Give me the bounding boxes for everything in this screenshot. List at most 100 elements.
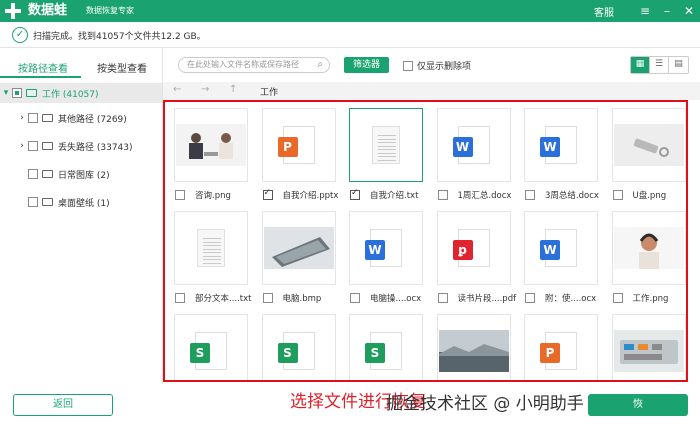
file-item[interactable]: W 1周汇总.docx xyxy=(429,103,515,203)
file-item[interactable]: 咨询.png xyxy=(166,103,252,203)
file-item[interactable]: S xyxy=(254,309,340,380)
file-checkbox[interactable] xyxy=(262,293,273,303)
close-icon[interactable]: ✕ xyxy=(678,0,700,22)
tree-item-checkbox[interactable] xyxy=(28,197,38,207)
only-deleted-checkbox[interactable] xyxy=(403,60,413,71)
file-checkbox[interactable] xyxy=(612,190,623,200)
file-name: 咨询.png xyxy=(195,191,231,201)
file-item[interactable]: 自我介绍.txt xyxy=(341,103,427,203)
search-icon[interactable]: ⌕ xyxy=(317,58,323,72)
file-thumbnail[interactable]: W xyxy=(436,108,511,182)
file-item[interactable]: W 3周总结.docx xyxy=(516,103,602,203)
file-checkbox[interactable] xyxy=(175,190,185,200)
spreadsheet-file-icon: S xyxy=(190,332,227,370)
tree-item-checkbox[interactable] xyxy=(28,141,38,151)
file-thumbnail[interactable] xyxy=(611,211,686,285)
only-deleted-toggle[interactable]: 仅显示删除项 xyxy=(403,59,471,72)
file-thumbnail[interactable] xyxy=(611,108,686,182)
file-item-caption: 读书片段....pdf xyxy=(437,292,518,304)
minimize-icon[interactable]: – xyxy=(656,0,678,22)
file-thumbnail[interactable]: W xyxy=(349,211,423,285)
file-item[interactable]: P xyxy=(516,309,602,380)
folder-icon xyxy=(42,170,53,178)
file-item[interactable]: ꝑ 读书片段....pdf xyxy=(429,206,518,306)
customer-service-link[interactable]: 客服 xyxy=(594,4,614,19)
file-checkbox[interactable] xyxy=(525,190,535,200)
file-item-caption: 电脑.bmp xyxy=(262,292,343,304)
chevron-right-icon[interactable]: › xyxy=(16,141,28,151)
file-item[interactable]: W 附：使....ocx xyxy=(516,206,602,306)
file-thumbnail[interactable] xyxy=(436,314,511,380)
tree-item-checkbox[interactable] xyxy=(28,169,38,179)
file-thumbnail[interactable] xyxy=(261,211,336,285)
chevron-down-icon[interactable]: ▾ xyxy=(0,88,12,98)
tree-item-checkbox[interactable] xyxy=(28,113,38,123)
file-thumbnail[interactable]: S xyxy=(349,314,423,380)
file-thumbnail[interactable]: W xyxy=(524,108,598,182)
file-checkbox[interactable] xyxy=(612,293,623,303)
file-thumbnail[interactable] xyxy=(611,314,686,380)
menu-icon[interactable]: ≡ xyxy=(634,0,656,22)
tab-by-type[interactable]: 按类型查看 xyxy=(97,60,147,75)
watermark-text: 掘金技术社区 @ 小明助手 xyxy=(386,394,584,414)
file-item[interactable]: S xyxy=(341,309,427,380)
folder-icon xyxy=(42,114,53,122)
image-thumbnail xyxy=(613,330,684,372)
file-thumbnail[interactable] xyxy=(174,211,248,285)
file-thumbnail[interactable] xyxy=(174,108,248,182)
file-checkbox[interactable] xyxy=(262,189,273,200)
file-item[interactable]: 部分文本....txt xyxy=(166,206,252,306)
file-item[interactable]: P 自我介绍.pptx xyxy=(254,103,340,203)
file-checkbox[interactable] xyxy=(525,293,535,303)
file-item[interactable]: U盘.png xyxy=(604,103,687,203)
file-checkbox[interactable] xyxy=(350,293,360,303)
search-input[interactable]: 在此处输入文件名称或保存路径 ⌕ xyxy=(178,57,330,73)
file-thumbnail[interactable]: S xyxy=(174,314,248,380)
file-item[interactable]: W 电脑操....ocx xyxy=(341,206,427,306)
chevron-right-icon[interactable]: › xyxy=(16,113,28,123)
spreadsheet-file-icon: S xyxy=(365,332,402,370)
file-item[interactable]: 工作.png xyxy=(604,206,687,306)
back-button[interactable]: 返回 xyxy=(13,394,113,416)
toolbar: 在此处输入文件名称或保存路径 ⌕ 筛选器 仅显示删除项 ▦ ☰ ▤ xyxy=(163,48,700,82)
file-item[interactable]: S xyxy=(166,309,252,380)
up-arrow-icon[interactable]: ↑ xyxy=(229,84,237,95)
file-name: 部分文本....txt xyxy=(195,294,252,304)
file-name: 电脑.bmp xyxy=(282,294,322,304)
tab-by-path[interactable]: 按路径查看 xyxy=(18,60,68,75)
file-checkbox[interactable] xyxy=(175,293,185,303)
file-item[interactable] xyxy=(429,309,515,380)
app-brand: 数据蛙 xyxy=(28,3,68,18)
tree-root-work[interactable]: ▾ 工作 (41057) xyxy=(0,83,162,103)
file-checkbox[interactable] xyxy=(437,190,448,200)
file-thumbnail[interactable]: W xyxy=(524,211,598,285)
title-bar: 数据蛙 数据恢复专家 客服 ≡ – ✕ xyxy=(0,0,700,22)
tree-item[interactable]: 日常图库 (2) xyxy=(0,164,162,184)
only-deleted-label: 仅显示删除项 xyxy=(417,62,472,72)
file-name: 附：使....ocx xyxy=(545,294,597,304)
list-view-icon[interactable]: ☰ xyxy=(650,57,669,73)
file-thumbnail[interactable] xyxy=(349,108,423,182)
file-item[interactable] xyxy=(604,309,687,380)
grid-view-icon[interactable]: ▦ xyxy=(631,57,650,73)
forward-arrow-icon[interactable]: → xyxy=(201,84,209,95)
image-thumbnail xyxy=(613,227,684,269)
tree-item[interactable]: › 其他路径 (7269) xyxy=(0,108,162,128)
file-item-caption: U盘.png xyxy=(612,189,687,201)
tree-root-checkbox[interactable] xyxy=(12,88,22,98)
detail-view-icon[interactable]: ▤ xyxy=(669,57,688,73)
file-checkbox[interactable] xyxy=(350,189,360,200)
filter-button[interactable]: 筛选器 xyxy=(344,57,389,73)
file-checkbox[interactable] xyxy=(437,293,448,303)
tree-item[interactable]: 桌面壁纸 (1) xyxy=(0,192,162,212)
file-thumbnail[interactable]: P xyxy=(261,108,336,182)
restore-button[interactable]: 恢 xyxy=(588,394,688,416)
file-name: 读书片段....pdf xyxy=(457,294,517,304)
tree-item[interactable]: › 丢失路径 (33743) xyxy=(0,136,162,156)
file-thumbnail[interactable]: P xyxy=(524,314,598,380)
file-item-caption: 附：使....ocx xyxy=(525,292,605,304)
back-arrow-icon[interactable]: ← xyxy=(173,84,181,95)
file-thumbnail[interactable]: S xyxy=(261,314,336,380)
file-item[interactable]: 电脑.bmp xyxy=(254,206,340,306)
file-thumbnail[interactable]: ꝑ xyxy=(436,211,511,285)
